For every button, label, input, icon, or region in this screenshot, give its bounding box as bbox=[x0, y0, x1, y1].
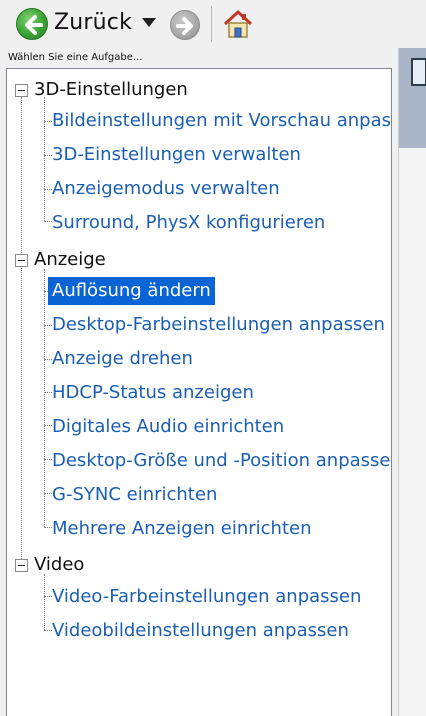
tree-item-hdcp-status[interactable]: HDCP-Status anzeigen bbox=[48, 379, 258, 407]
tree-item-display-mode[interactable]: Anzeigemodus verwalten bbox=[48, 175, 284, 203]
tree-category-video[interactable]: Video bbox=[34, 554, 84, 575]
tree-connector bbox=[44, 97, 45, 221]
task-tree: 3D-Einstellungen Bildeinstellungen mit V… bbox=[6, 68, 392, 716]
tree-item-video-image[interactable]: Videobildeinstellungen anpassen bbox=[48, 617, 353, 645]
tree-item-gsync[interactable]: G-SYNC einrichten bbox=[48, 481, 221, 509]
back-button-label[interactable]: Zurück bbox=[54, 10, 132, 35]
tree-item-image-settings-preview[interactable]: Bildeinstellungen mit Vorschau anpassen bbox=[48, 107, 391, 135]
navigation-toolbar: Zurück bbox=[0, 0, 426, 48]
task-pane-header: Wählen Sie eine Aufgabe... bbox=[8, 52, 143, 63]
tree-item-rotate-display[interactable]: Anzeige drehen bbox=[48, 345, 197, 373]
tree-item-change-resolution[interactable]: Auflösung ändern bbox=[48, 277, 215, 305]
tree-item-desktop-size-position[interactable]: Desktop-Größe und -Position anpassen bbox=[48, 447, 391, 475]
tree-connector bbox=[21, 97, 22, 565]
content-panel-banner bbox=[399, 48, 426, 148]
tree-category-3d-settings[interactable]: 3D-Einstellungen bbox=[34, 79, 188, 100]
toolbar-separator bbox=[211, 6, 212, 42]
home-icon[interactable] bbox=[222, 8, 254, 40]
content-panel bbox=[398, 48, 426, 716]
tree-connector bbox=[44, 574, 45, 630]
collapse-icon[interactable] bbox=[15, 254, 28, 267]
tree-category-display[interactable]: Anzeige bbox=[34, 249, 106, 270]
collapse-icon[interactable] bbox=[15, 84, 28, 97]
tree-item-digital-audio[interactable]: Digitales Audio einrichten bbox=[48, 413, 288, 441]
tree-item-manage-3d-settings[interactable]: 3D-Einstellungen verwalten bbox=[48, 141, 305, 169]
chevron-down-icon[interactable] bbox=[142, 18, 156, 27]
tree-item-multiple-displays[interactable]: Mehrere Anzeigen einrichten bbox=[48, 515, 316, 543]
back-arrow-icon[interactable] bbox=[16, 8, 48, 40]
collapse-icon[interactable] bbox=[15, 559, 28, 572]
tree-item-video-color[interactable]: Video-Farbeinstellungen anpassen bbox=[48, 583, 365, 611]
tree-connector bbox=[44, 269, 45, 527]
tree-item-surround-physx[interactable]: Surround, PhysX konfigurieren bbox=[48, 209, 329, 237]
tree-item-desktop-color[interactable]: Desktop-Farbeinstellungen anpassen bbox=[48, 311, 389, 339]
display-icon bbox=[411, 58, 426, 86]
forward-arrow-icon[interactable] bbox=[170, 10, 200, 40]
